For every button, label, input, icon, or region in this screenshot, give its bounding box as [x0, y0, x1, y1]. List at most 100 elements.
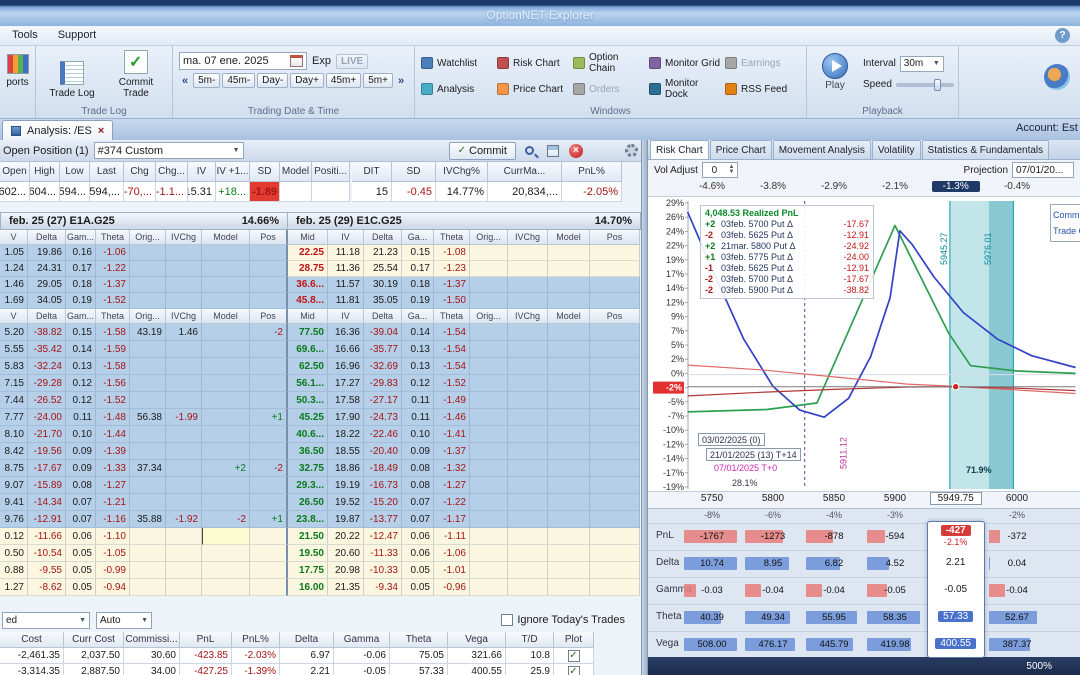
chain-cell[interactable]: 0.13 — [66, 358, 96, 375]
chain-cell[interactable] — [548, 409, 590, 426]
chain-cell[interactable]: -35.77 — [364, 341, 402, 358]
chain-cell[interactable]: 43.19 — [130, 324, 166, 341]
chain-cell[interactable]: 0.17 — [402, 261, 434, 277]
chain-cell[interactable] — [166, 392, 202, 409]
chain-cell[interactable]: -1.23 — [434, 261, 470, 277]
chain-cell[interactable]: -1.33 — [96, 460, 130, 477]
chain-cell[interactable] — [590, 324, 640, 341]
chain-cell[interactable] — [130, 426, 166, 443]
chain-cell[interactable]: 62.50 — [288, 358, 328, 375]
chain-cell[interactable]: -1.92 — [166, 511, 202, 528]
menu-item-support[interactable]: Support — [48, 26, 107, 46]
chain-cell[interactable]: -9.34 — [364, 579, 402, 596]
chain-cell[interactable] — [166, 443, 202, 460]
chain-cell[interactable] — [590, 545, 640, 562]
chain-cell[interactable]: 19.86 — [28, 245, 66, 261]
nav-button-5m[interactable]: 5m+ — [363, 73, 393, 88]
chain-cell[interactable] — [166, 261, 202, 277]
chain-cell[interactable]: -1.58 — [96, 324, 130, 341]
search-button[interactable] — [521, 142, 539, 160]
chain-cell[interactable] — [470, 562, 508, 579]
chain-cell[interactable]: -1.27 — [434, 477, 470, 494]
chain-cell[interactable]: 8.75 — [0, 460, 28, 477]
chain-cell[interactable]: -21.70 — [28, 426, 66, 443]
chain-cell[interactable] — [470, 511, 508, 528]
chain-cell[interactable]: +1 — [250, 409, 288, 426]
chain-cell[interactable] — [548, 511, 590, 528]
chain-cell[interactable] — [250, 579, 288, 596]
chain-cell[interactable]: -1.37 — [434, 443, 470, 460]
chain-cell[interactable]: -22.46 — [364, 426, 402, 443]
tab-statistics-fundamentals[interactable]: Statistics & Fundamentals — [921, 140, 1050, 159]
chain-cell[interactable] — [470, 277, 508, 293]
chain-cell[interactable]: -0.99 — [96, 562, 130, 579]
chain-cell[interactable] — [548, 545, 590, 562]
chain-cell[interactable]: 69.6... — [288, 341, 328, 358]
chain-cell[interactable] — [202, 277, 250, 293]
chain-cell[interactable]: 11.81 — [328, 293, 364, 309]
chain-cell[interactable]: 45.8... — [288, 293, 328, 309]
chain-cell[interactable] — [470, 545, 508, 562]
chain-cell[interactable] — [548, 261, 590, 277]
chain-cell[interactable]: 0.08 — [402, 460, 434, 477]
chain-cell[interactable]: -1.59 — [96, 341, 130, 358]
chain-cell[interactable] — [202, 443, 250, 460]
chain-cell[interactable] — [166, 528, 202, 545]
chain-cell[interactable]: -1.21 — [96, 494, 130, 511]
chain-cell[interactable] — [508, 545, 548, 562]
tab-price-chart[interactable]: Price Chart — [709, 140, 772, 159]
menu-item-tools[interactable]: Tools — [2, 26, 48, 46]
chain-cell[interactable]: -1.54 — [434, 341, 470, 358]
stepper-arrows-icon[interactable]: ▲ ▼ — [726, 164, 737, 175]
chain-cell[interactable] — [166, 477, 202, 494]
chain-cell[interactable] — [590, 528, 640, 545]
chain-cell[interactable]: 17.90 — [328, 409, 364, 426]
chain-cell[interactable]: 56.1... — [288, 375, 328, 392]
chain-cell[interactable]: 0.18 — [402, 277, 434, 293]
chain-cell[interactable]: 56.38 — [130, 409, 166, 426]
close-icon[interactable]: × — [98, 125, 104, 137]
chain-cell[interactable]: 0.06 — [402, 528, 434, 545]
chain-cell[interactable]: 0.15 — [66, 324, 96, 341]
chain-cell[interactable] — [130, 245, 166, 261]
chain-cell[interactable]: 0.88 — [0, 562, 28, 579]
chain-cell[interactable] — [508, 261, 548, 277]
chain-cell[interactable]: 35.88 — [130, 511, 166, 528]
chain-cell[interactable] — [130, 375, 166, 392]
chain-cell[interactable] — [166, 460, 202, 477]
chain-cell[interactable] — [548, 324, 590, 341]
chain-cell[interactable] — [590, 511, 640, 528]
chain-cell[interactable]: -1.27 — [96, 477, 130, 494]
chain-cell[interactable] — [202, 562, 250, 579]
chain-cell[interactable]: -1.32 — [434, 460, 470, 477]
chain-cell[interactable] — [548, 277, 590, 293]
chain-cell[interactable]: 17.58 — [328, 392, 364, 409]
chain-cell[interactable]: 0.05 — [66, 579, 96, 596]
chain-cell[interactable]: 5.55 — [0, 341, 28, 358]
chain-cell[interactable] — [590, 245, 640, 261]
tab-analysis-es[interactable]: Analysis: /ES × — [2, 120, 114, 140]
chain-cell[interactable]: 0.09 — [66, 460, 96, 477]
chain-cell[interactable]: -1.01 — [434, 562, 470, 579]
chain-cell[interactable] — [202, 341, 250, 358]
chain-cell[interactable]: -1.37 — [434, 277, 470, 293]
chain-cell[interactable]: 28.75 — [288, 261, 328, 277]
chain-cell[interactable]: -11.66 — [28, 528, 66, 545]
chain-cell[interactable]: 20.22 — [328, 528, 364, 545]
chain-cell[interactable]: -15.20 — [364, 494, 402, 511]
chain-cell[interactable]: 0.17 — [66, 261, 96, 277]
chain-cell[interactable]: 1.24 — [0, 261, 28, 277]
chain-cell[interactable] — [508, 375, 548, 392]
chain-cell[interactable] — [470, 494, 508, 511]
chain-cell[interactable] — [590, 426, 640, 443]
chain-cell[interactable]: -1.49 — [434, 392, 470, 409]
strategy-select[interactable]: #374 Custom ▼ — [93, 142, 244, 159]
chain-cell[interactable] — [508, 477, 548, 494]
chain-cell[interactable] — [250, 443, 288, 460]
chain-cell[interactable] — [470, 409, 508, 426]
chain-cell[interactable] — [470, 245, 508, 261]
chain-cell[interactable]: 0.14 — [402, 324, 434, 341]
chain-cell[interactable]: -1.44 — [96, 426, 130, 443]
chain-cell[interactable] — [590, 562, 640, 579]
chain-cell[interactable] — [590, 460, 640, 477]
